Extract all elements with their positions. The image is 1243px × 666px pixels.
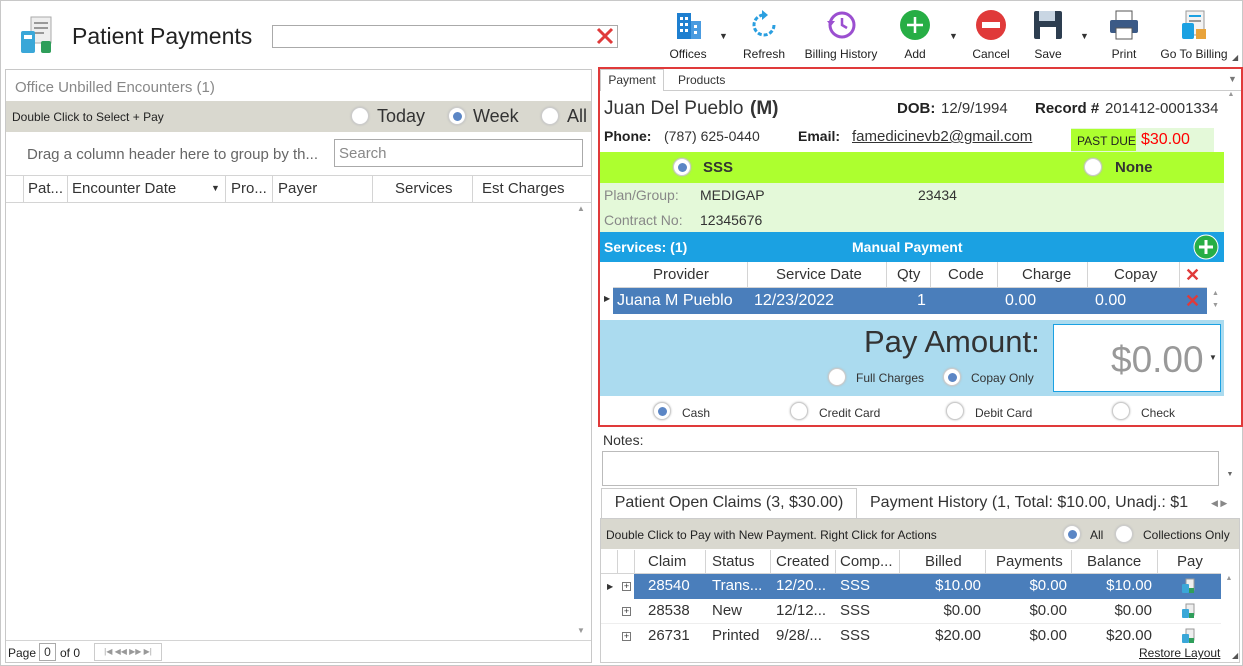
print-button[interactable]: Print xyxy=(1101,7,1147,63)
col-created[interactable]: Created xyxy=(776,549,831,575)
range-all-radio[interactable] xyxy=(541,107,559,125)
go-to-billing-button[interactable]: Go To Billing xyxy=(1157,7,1231,63)
col-services[interactable]: Services xyxy=(395,176,475,202)
encounters-scrollbar[interactable]: ▲ ▼ xyxy=(574,204,589,638)
claims-panel: Double Click to Pay with New Payment. Ri… xyxy=(600,518,1240,663)
refresh-icon xyxy=(748,9,780,44)
pager-of-label: of 0 xyxy=(60,646,81,660)
range-today-radio[interactable] xyxy=(351,107,369,125)
range-week-radio[interactable] xyxy=(448,107,466,125)
billing-icon xyxy=(1178,9,1210,44)
col-company[interactable]: Comp... xyxy=(840,549,895,575)
row-indicator-icon: ▶ xyxy=(607,582,614,591)
claim-row[interactable]: + 28538 New 12/12... SSS $0.00 $0.00 $0.… xyxy=(601,599,1221,624)
claims-filter-bar: Double Click to Pay with New Payment. Ri… xyxy=(601,519,1239,549)
refresh-button[interactable]: Refresh xyxy=(741,7,787,63)
claim-row[interactable]: + 26731 Printed 9/28/... SSS $20.00 $0.0… xyxy=(601,624,1221,649)
col-status[interactable]: Status xyxy=(712,549,767,575)
col-claim[interactable]: Claim xyxy=(648,549,698,575)
pager-page-label: Page xyxy=(8,646,37,660)
restore-layout-link[interactable]: Restore Layout xyxy=(1139,646,1221,660)
select-pay-hint: Double Click to Select + Pay xyxy=(12,110,164,124)
filter-collections-label[interactable]: Collections Only xyxy=(1143,528,1230,542)
pager-page-input[interactable]: 0 xyxy=(39,643,56,661)
range-today-label[interactable]: Today xyxy=(377,106,425,127)
range-week-label[interactable]: Week xyxy=(473,106,519,127)
col-balance[interactable]: Balance xyxy=(1087,549,1147,575)
window: Patient Payments Offices ▼ Refresh Billi… xyxy=(0,0,1243,666)
unbilled-encounters-title: Office Unbilled Encounters (1) xyxy=(15,79,215,96)
claims-tab-open[interactable]: Patient Open Claims (3, $30.00) xyxy=(601,488,857,518)
floppy-disk-icon xyxy=(1032,9,1064,44)
offices-dropdown-icon[interactable]: ▼ xyxy=(719,31,728,41)
col-provider[interactable]: Pro... xyxy=(231,176,271,202)
history-icon xyxy=(825,9,857,44)
add-dropdown-icon[interactable]: ▼ xyxy=(949,31,958,41)
col-est-charges[interactable]: Est Charges xyxy=(482,176,582,202)
plus-icon xyxy=(899,9,931,44)
save-dropdown-icon[interactable]: ▼ xyxy=(1080,31,1089,41)
claims-tab-history[interactable]: Payment History (1, Total: $10.00, Unadj… xyxy=(870,494,1198,512)
col-pay[interactable]: Pay xyxy=(1177,549,1207,575)
tabs-scroll-icon[interactable]: ◀ ▶ xyxy=(1211,498,1227,509)
pay-claim-icon[interactable] xyxy=(1181,628,1195,643)
expand-icon[interactable]: + xyxy=(622,607,631,616)
expand-icon[interactable]: + xyxy=(622,582,631,591)
col-encounter-date[interactable]: Encounter Date xyxy=(72,176,202,202)
resize-grip-icon: ◢ xyxy=(1232,651,1239,660)
unbilled-encounters-panel: Office Unbilled Encounters (1) Double Cl… xyxy=(5,69,592,663)
pay-claim-icon[interactable] xyxy=(1181,603,1195,618)
encounters-search-input[interactable]: Search xyxy=(334,139,583,167)
filter-collections-radio[interactable] xyxy=(1115,525,1133,543)
cancel-button[interactable]: Cancel xyxy=(969,7,1013,63)
col-payments[interactable]: Payments xyxy=(996,549,1066,575)
col-payer[interactable]: Payer xyxy=(278,176,368,202)
col-patient[interactable]: Pat... xyxy=(28,176,66,202)
notes-input[interactable] xyxy=(602,451,1219,486)
claims-scrollbar[interactable]: ▲ xyxy=(1222,574,1236,654)
encounters-header-row: Pat... Encounter Date ▼ Pro... Payer Ser… xyxy=(6,176,591,202)
save-button[interactable]: Save xyxy=(1026,7,1070,63)
range-all-label[interactable]: All xyxy=(567,106,587,127)
cancel-icon xyxy=(975,9,1007,44)
offices-button[interactable]: Offices xyxy=(665,7,711,63)
header-search-input[interactable] xyxy=(272,25,618,48)
printer-icon xyxy=(1107,9,1141,44)
app-logo-icon xyxy=(19,15,57,57)
page-title: Patient Payments xyxy=(72,23,253,49)
sort-desc-icon: ▼ xyxy=(211,183,220,193)
notes-label: Notes: xyxy=(603,432,644,448)
filter-all-label[interactable]: All xyxy=(1090,528,1103,542)
pager-nav-buttons[interactable]: |◀ ◀◀ ▶▶ ▶| xyxy=(94,643,162,661)
add-button[interactable]: Add xyxy=(893,7,937,63)
notes-scrollbar[interactable]: ▼ xyxy=(1223,451,1237,486)
encounters-filter-bar: Double Click to Select + Pay Today Week … xyxy=(6,101,591,132)
pay-claim-icon[interactable] xyxy=(1181,578,1195,593)
building-icon xyxy=(673,9,703,44)
payment-highlight-frame xyxy=(598,67,1243,427)
col-billed[interactable]: Billed xyxy=(925,549,985,575)
resize-grip-icon: ◢ xyxy=(1232,53,1239,62)
clear-search-icon[interactable] xyxy=(595,26,615,46)
filter-all-radio[interactable] xyxy=(1063,525,1081,543)
billing-history-button[interactable]: Billing History xyxy=(801,7,881,63)
claim-row[interactable]: ▶ + 28540 Trans... 12/20... SSS $10.00 $… xyxy=(601,574,1221,599)
group-by-hint: Drag a column header here to group by th… xyxy=(27,146,319,163)
expand-icon[interactable]: + xyxy=(622,632,631,641)
claims-header-row: Claim Status Created Comp... Billed Paym… xyxy=(601,550,1221,574)
claims-hint: Double Click to Pay with New Payment. Ri… xyxy=(606,528,937,542)
